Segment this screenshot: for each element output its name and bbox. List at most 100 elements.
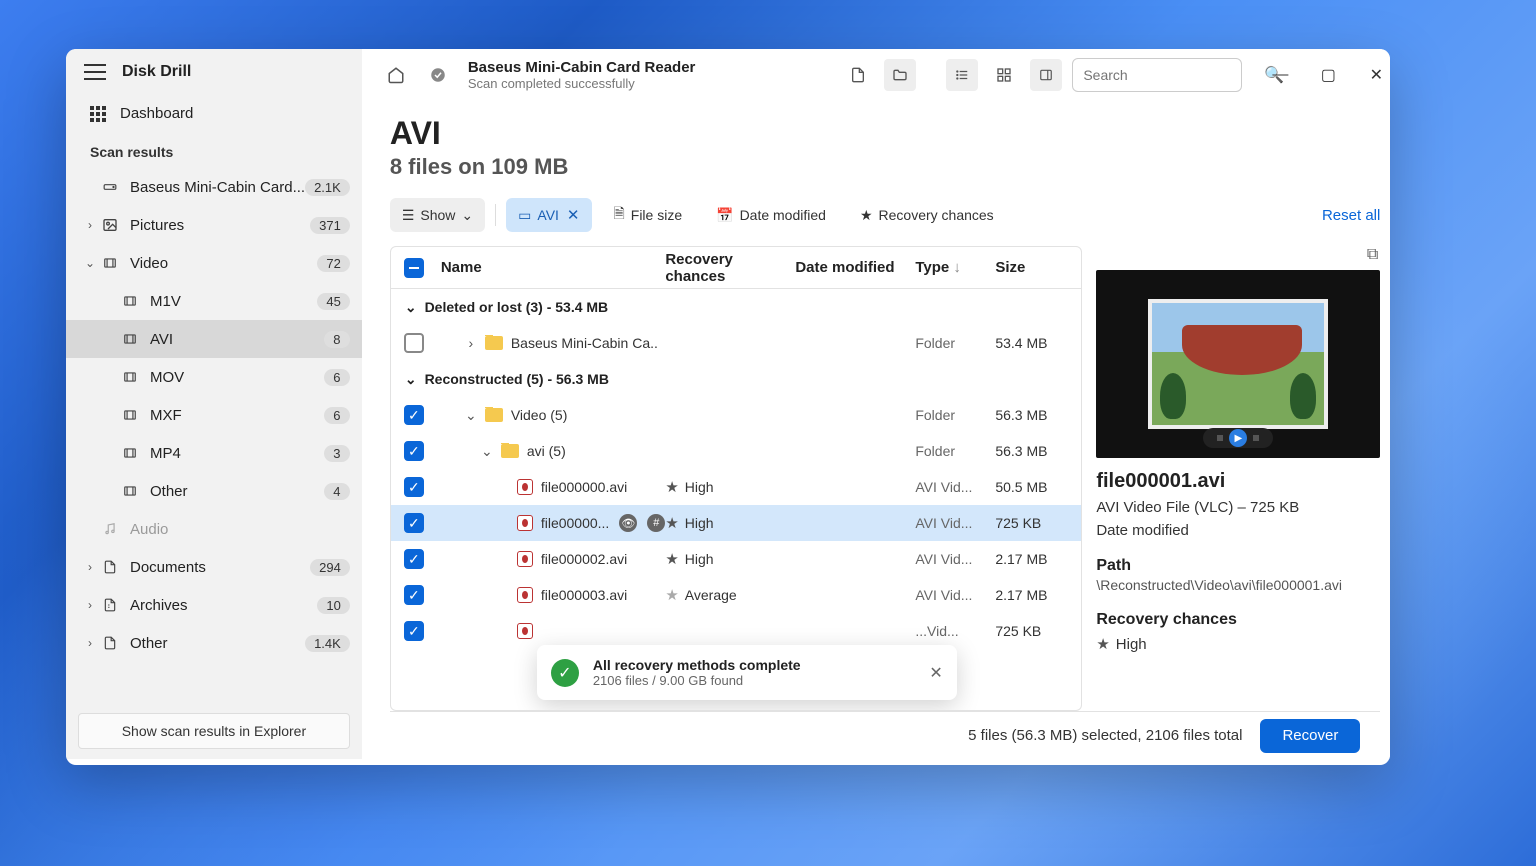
type-cell: AVI Vid... <box>915 479 995 495</box>
size-cell: 725 KB <box>995 515 1081 531</box>
type-cell: Folder <box>915 407 995 423</box>
sidebar-item-pictures[interactable]: ›Pictures371 <box>66 206 362 244</box>
audio-icon <box>100 519 120 539</box>
count-badge: 8 <box>324 331 350 348</box>
sidebar-tree: Baseus Mini-Cabin Card...2.1K›Pictures37… <box>66 168 362 703</box>
calendar-icon: 📅 <box>716 207 733 224</box>
col-size[interactable]: Size <box>995 259 1081 276</box>
video-icon: ▭ <box>518 207 531 224</box>
table-row[interactable]: ›Baseus Mini-Cabin Ca..Folder53.4 MB <box>391 325 1082 361</box>
sidebar-item-documents[interactable]: ›Documents294 <box>66 548 362 586</box>
col-type[interactable]: Type ↓ <box>915 259 995 276</box>
sidebar-item-mp4[interactable]: MP43 <box>66 434 362 472</box>
close-button[interactable]: ✕ <box>1354 59 1390 91</box>
folder-view-icon[interactable] <box>884 59 916 91</box>
search-input[interactable] <box>1083 67 1264 83</box>
sidebar-item-label: Pictures <box>130 217 310 234</box>
sidebar-item-baseus-mini-cabin-card-[interactable]: Baseus Mini-Cabin Card...2.1K <box>66 168 362 206</box>
table-row[interactable]: ✓file000002.avi★HighAVI Vid...2.17 MB <box>391 541 1082 577</box>
select-all-checkbox[interactable] <box>404 258 424 278</box>
hamburger-icon[interactable] <box>84 64 106 80</box>
footer-bar: 5 files (56.3 MB) selected, 2106 files t… <box>390 711 1381 759</box>
row-checkbox[interactable]: ✓ <box>404 621 424 641</box>
filter-bar: ☰Show⌄ ▭AVI✕ 🗎File size 📅Date modified ★… <box>390 198 1381 232</box>
grid-view-icon[interactable] <box>988 59 1020 91</box>
chevron-icon[interactable]: ⌄ <box>481 443 493 460</box>
sidebar-item-label: MXF <box>150 407 324 424</box>
show-filter[interactable]: ☰Show⌄ <box>390 198 485 232</box>
row-checkbox[interactable] <box>404 333 424 353</box>
file-name: file000000.avi <box>541 479 627 495</box>
show-in-explorer-button[interactable]: Show scan results in Explorer <box>78 713 350 749</box>
col-name[interactable]: Name <box>437 259 666 276</box>
chevron-icon: ⌄ <box>80 256 100 270</box>
search-box[interactable]: 🔍 <box>1072 58 1242 92</box>
sidebar-item-label: Other <box>130 635 305 652</box>
table-row[interactable]: ✓⌄avi (5)Folder56.3 MB <box>391 433 1082 469</box>
filesize-filter[interactable]: 🗎File size <box>602 198 695 232</box>
list-view-icon[interactable] <box>946 59 978 91</box>
row-checkbox[interactable]: ✓ <box>404 549 424 569</box>
table-group[interactable]: ⌄Reconstructed (5) - 56.3 MB <box>391 361 1082 397</box>
eye-icon[interactable]: 👁 <box>619 514 637 532</box>
preview-date-label: Date modified <box>1096 522 1380 539</box>
row-checkbox[interactable]: ✓ <box>404 585 424 605</box>
chevron-icon: › <box>80 560 100 574</box>
recovery-filter[interactable]: ★Recovery chances <box>848 198 1006 232</box>
sidebar-item-video[interactable]: ⌄Video72 <box>66 244 362 282</box>
sidebar-item-audio[interactable]: Audio <box>66 510 362 548</box>
row-checkbox[interactable]: ✓ <box>404 477 424 497</box>
home-icon[interactable] <box>380 59 412 91</box>
star-icon: ★ <box>1096 636 1109 653</box>
table-row[interactable]: ✓file000000.avi★HighAVI Vid...50.5 MB <box>391 469 1082 505</box>
sidebar-item-other[interactable]: Other4 <box>66 472 362 510</box>
sidebar-item-avi[interactable]: AVI8 <box>66 320 362 358</box>
maximize-button[interactable]: ▢ <box>1306 59 1350 91</box>
remove-chip-icon[interactable]: ✕ <box>567 206 580 224</box>
popout-icon[interactable]: ⧉ <box>1367 246 1378 264</box>
chevron-icon[interactable]: ⌄ <box>465 407 477 424</box>
panel-toggle-icon[interactable] <box>1030 59 1062 91</box>
file-icon: 🗎 <box>614 203 625 227</box>
col-date[interactable]: Date modified <box>795 259 915 276</box>
recovery-cell: ★High <box>665 478 795 496</box>
sidebar-item-mxf[interactable]: MXF6 <box>66 396 362 434</box>
reset-filters[interactable]: Reset all <box>1322 207 1380 224</box>
page-title: AVI <box>390 115 1381 152</box>
row-checkbox[interactable]: ✓ <box>404 405 424 425</box>
sidebar-item-mov[interactable]: MOV6 <box>66 358 362 396</box>
picture-icon <box>100 215 120 235</box>
table-row[interactable]: ✓⌄Video (5)Folder56.3 MB <box>391 397 1082 433</box>
sidebar-item-label: M1V <box>150 293 317 310</box>
table-group[interactable]: ⌄Deleted or lost (3) - 53.4 MB <box>391 289 1082 325</box>
size-cell: 725 KB <box>995 623 1081 639</box>
col-recovery[interactable]: Recovery chances <box>665 251 795 285</box>
hash-icon[interactable]: # <box>647 514 665 532</box>
row-checkbox[interactable]: ✓ <box>404 441 424 461</box>
recover-button[interactable]: Recover <box>1260 719 1360 753</box>
sidebar-item-m1v[interactable]: M1V45 <box>66 282 362 320</box>
minimize-button[interactable]: — <box>1258 59 1302 91</box>
star-icon: ★ <box>665 479 678 496</box>
table-row[interactable]: ✓file000003.avi★AverageAVI Vid...2.17 MB <box>391 577 1082 613</box>
toast-close-icon[interactable]: ✕ <box>929 663 942 683</box>
sort-down-icon: ↓ <box>953 259 961 276</box>
table-row[interactable]: ✓file00000...👁#★HighAVI Vid...725 KB <box>391 505 1082 541</box>
sidebar-item-label: MOV <box>150 369 324 386</box>
date-filter[interactable]: 📅Date modified <box>704 198 838 232</box>
avi-filter-chip[interactable]: ▭AVI✕ <box>506 198 591 232</box>
sidebar-item-archives[interactable]: ›Archives10 <box>66 586 362 624</box>
play-icon[interactable]: ▶ <box>1229 429 1247 447</box>
sidebar-item-other[interactable]: ›Other1.4K <box>66 624 362 662</box>
sidebar: Disk Drill Dashboard Scan results Baseus… <box>66 49 362 759</box>
chevron-icon[interactable]: › <box>465 335 477 351</box>
size-cell: 56.3 MB <box>995 407 1081 423</box>
file-view-icon[interactable] <box>842 59 874 91</box>
video-controls[interactable]: ▶ <box>1203 428 1273 448</box>
sidebar-item-label: Audio <box>130 521 350 538</box>
row-checkbox[interactable]: ✓ <box>404 513 424 533</box>
dashboard-label: Dashboard <box>120 105 193 122</box>
dashboard-nav[interactable]: Dashboard <box>66 95 362 132</box>
table-row[interactable]: ✓...Vid...725 KB <box>391 613 1082 649</box>
size-cell: 56.3 MB <box>995 443 1081 459</box>
